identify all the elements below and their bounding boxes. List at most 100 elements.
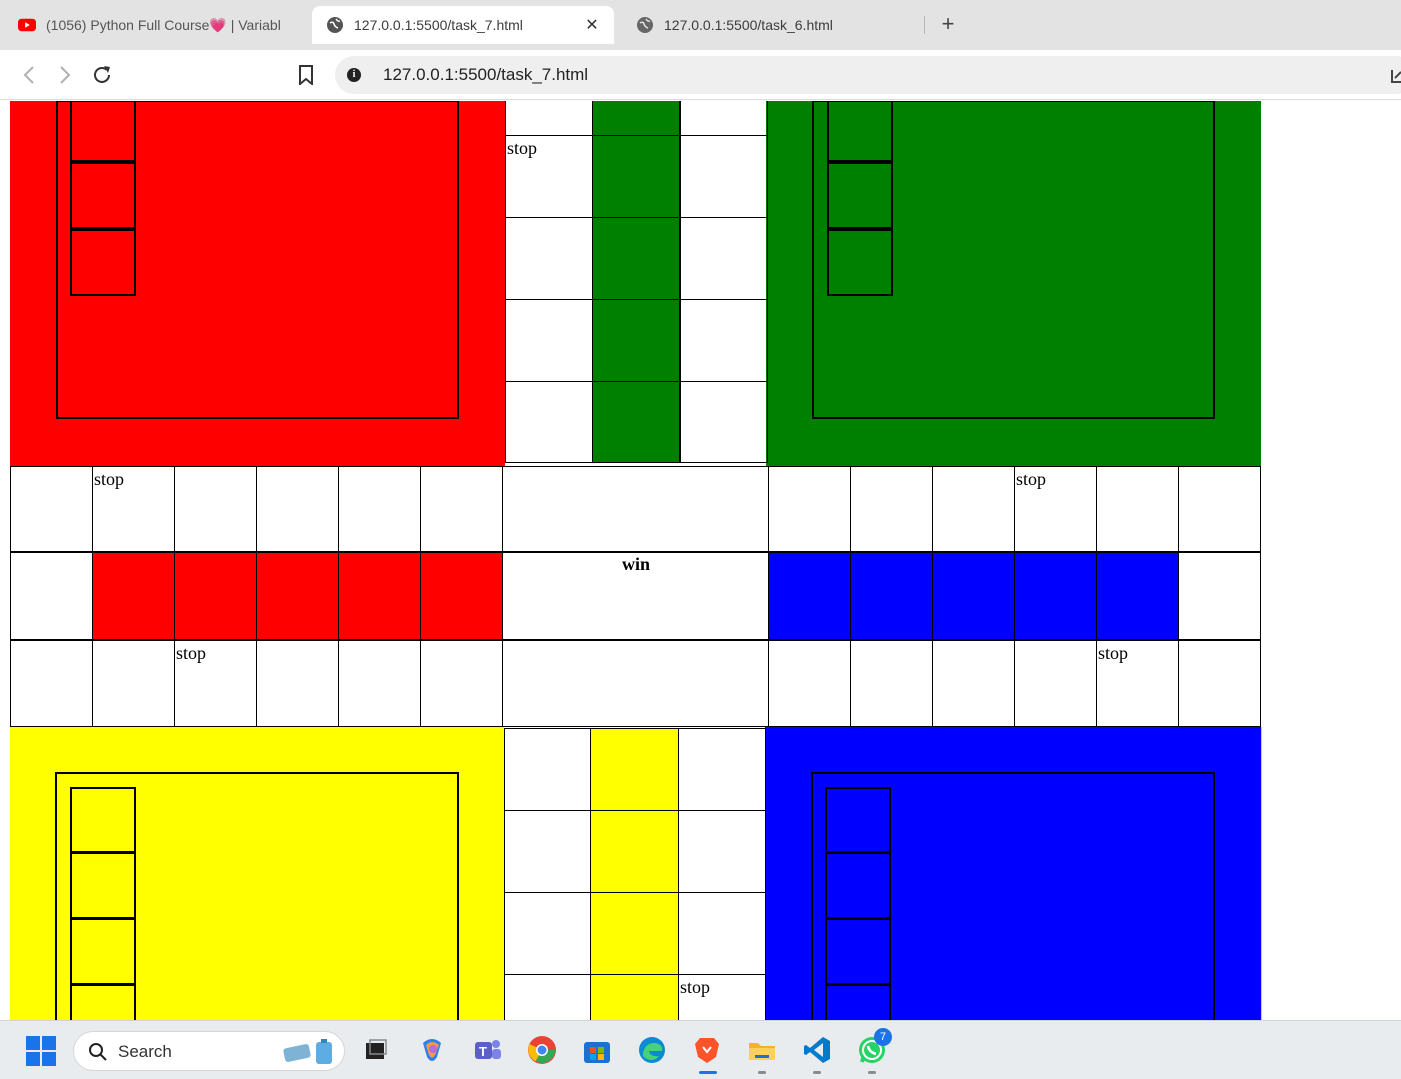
vscode-icon[interactable]	[801, 1034, 833, 1066]
travel-icon	[283, 1039, 332, 1064]
path-cell	[680, 101, 768, 136]
chrome-icon[interactable]	[526, 1034, 558, 1066]
tab-title: 127.0.0.1:5500/task_7.html	[354, 17, 523, 33]
path-cell	[174, 466, 257, 552]
extensions-icon[interactable]	[1390, 64, 1401, 84]
green-home-path-cell	[592, 299, 680, 382]
file-explorer-icon[interactable]	[746, 1034, 778, 1066]
green-home	[766, 101, 1261, 466]
address-url[interactable]: 127.0.0.1:5500/task_7.html	[383, 65, 588, 85]
reload-button[interactable]	[89, 62, 115, 88]
yellow-token-slot	[70, 984, 136, 1020]
stop-cell: stop	[678, 974, 766, 1020]
path-cell	[10, 552, 93, 640]
path-cell	[1178, 552, 1261, 640]
green-home-path-cell	[592, 101, 680, 136]
address-bar[interactable]: i 127.0.0.1:5500/task_7.html	[335, 56, 1401, 94]
running-app-indicator	[758, 1071, 766, 1074]
edge-icon[interactable]	[636, 1034, 668, 1066]
path-cell	[1096, 466, 1179, 552]
windows-logo-icon	[26, 1036, 56, 1066]
center-cell	[502, 466, 769, 552]
path-cell	[768, 640, 851, 727]
path-cell	[505, 101, 593, 136]
yellow-home-path-cell	[590, 810, 679, 893]
bookmark-icon	[299, 65, 313, 85]
path-cell	[680, 299, 768, 382]
tab-youtube[interactable]: (1056) Python Full Course💗 | Variabl	[18, 6, 300, 44]
globe-icon	[326, 16, 344, 34]
close-tab-icon[interactable]: ✕	[582, 15, 602, 35]
tab-task7[interactable]: 127.0.0.1:5500/task_7.html ✕	[312, 6, 614, 44]
path-cell	[505, 217, 593, 300]
notification-badge: 7	[874, 1028, 892, 1046]
path-cell	[932, 466, 1015, 552]
active-app-indicator	[699, 1071, 717, 1074]
search-icon	[89, 1043, 107, 1061]
taskbar-search[interactable]: Search	[73, 1031, 345, 1071]
stop-cell: stop	[92, 466, 175, 552]
whatsapp-icon[interactable]: 7	[856, 1028, 892, 1066]
path-cell	[768, 466, 851, 552]
path-cell	[10, 640, 93, 727]
path-cell	[1178, 640, 1261, 727]
back-button[interactable]	[16, 62, 42, 88]
blue-home-path-cell	[932, 552, 1015, 640]
stop-cell: stop	[1014, 466, 1097, 552]
brave-icon[interactable]	[691, 1034, 723, 1066]
search-placeholder: Search	[118, 1042, 172, 1061]
teams-icon[interactable]: T	[471, 1034, 503, 1066]
path-cell	[678, 810, 766, 893]
blue-token-slot	[825, 984, 891, 1020]
microsoft-store-icon[interactable]	[581, 1034, 613, 1066]
path-cell	[338, 466, 421, 552]
tab-separator	[924, 16, 925, 34]
center-cell	[502, 640, 769, 727]
tab-task6[interactable]: 127.0.0.1:5500/task_6.html	[636, 6, 916, 44]
path-cell	[932, 640, 1015, 727]
running-app-indicator	[813, 1071, 821, 1074]
running-app-indicator	[868, 1071, 876, 1074]
stop-cell: stop	[505, 135, 593, 218]
red-token-slot	[70, 101, 136, 162]
red-home-path-cell	[92, 552, 175, 640]
green-token-slot	[827, 101, 893, 162]
blue-token-slot	[825, 852, 891, 919]
site-info-icon[interactable]: i	[347, 68, 361, 82]
path-cell	[678, 892, 766, 975]
path-cell	[850, 640, 933, 727]
youtube-icon	[18, 16, 36, 34]
path-cell	[420, 640, 503, 727]
new-tab-button[interactable]: +	[936, 12, 960, 36]
red-home-path-cell	[174, 552, 257, 640]
stop-label: stop	[1016, 469, 1047, 489]
windows-start-button[interactable]	[26, 1036, 56, 1066]
task-view-icon[interactable]	[360, 1034, 392, 1066]
bookmark-button[interactable]	[293, 62, 319, 88]
screen: (1056) Python Full Course💗 | Variabl 127…	[0, 0, 1401, 1079]
path-cell	[256, 640, 339, 727]
path-cell	[338, 640, 421, 727]
blue-token-slot	[825, 918, 891, 985]
tab-title: (1056) Python Full Course💗 | Variabl	[46, 16, 281, 33]
path-cell	[1178, 466, 1261, 552]
path-cell	[680, 217, 768, 300]
taskbar: Search T 7	[0, 1020, 1401, 1079]
path-cell	[504, 892, 591, 975]
path-cell	[678, 728, 766, 811]
yellow-home-path-cell	[590, 892, 679, 975]
forward-button[interactable]	[52, 62, 78, 88]
green-token-slot	[827, 162, 893, 229]
yellow-token-slot	[70, 918, 136, 985]
yellow-home	[10, 727, 504, 1020]
globe-icon	[636, 16, 654, 34]
path-cell	[92, 640, 175, 727]
blue-token-slot	[825, 787, 891, 853]
page-edge	[1261, 727, 1262, 1020]
red-token-slot	[70, 229, 136, 296]
yellow-home-path-cell	[590, 728, 679, 811]
tab-strip: (1056) Python Full Course💗 | Variabl 127…	[0, 0, 1401, 50]
copilot-icon[interactable]	[416, 1034, 448, 1066]
red-token-slot	[70, 162, 136, 229]
path-cell	[505, 299, 593, 382]
